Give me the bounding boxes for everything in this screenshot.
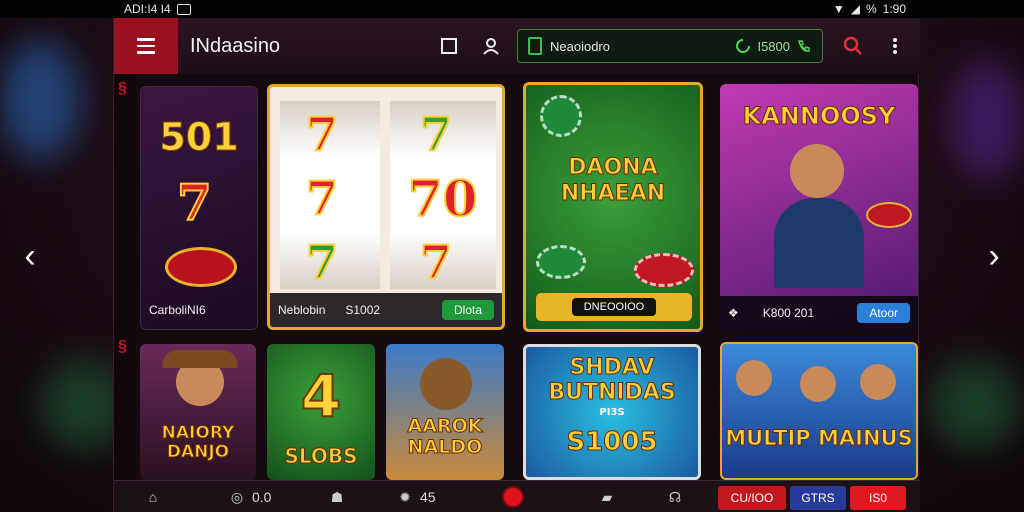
card-badge: 4 <box>300 361 342 431</box>
signal-icon: ◢ <box>850 2 860 16</box>
card-bar: ❖ K800 201 Atoor <box>720 296 918 330</box>
wifi-icon: ▼ <box>832 2 845 16</box>
battery-text: % <box>865 2 877 16</box>
action-button-red-2[interactable]: IS0 <box>850 486 906 510</box>
wallet-field[interactable]: Neaoiodro I5800 <box>517 29 823 63</box>
character-body <box>774 198 864 288</box>
status-bar: ADI:I4 I4 ▼ ◢ % 1:90 <box>0 0 1024 18</box>
action-button-blue[interactable]: GTRS <box>790 486 846 510</box>
play-button[interactable]: DNEOOIOO <box>571 298 657 316</box>
card-title: KANNOOSY <box>742 102 896 131</box>
refresh-icon <box>736 39 751 53</box>
app-window: INdaasino Neaoiodro I5800 § § 501 7 Carb… <box>113 18 920 512</box>
settings-value: 45 <box>420 489 436 505</box>
balance: I5800 <box>735 38 812 54</box>
amount-value: S1005 <box>566 427 658 458</box>
card-title: SLOBS <box>284 444 358 469</box>
game-card[interactable]: DAONA NHAEAN DNEOOIOO <box>523 82 703 332</box>
next-arrow-icon[interactable]: › <box>974 236 1014 276</box>
coins-button[interactable]: ◎ 0.0 <box>228 487 272 507</box>
play-button[interactable]: Atoor <box>857 303 910 323</box>
user-icon <box>483 38 499 55</box>
bottom-bar: ⌂ ◎ 0.0 ☗ ✹ 45 ▰ ☊ CU/IOO GTRS IS0 <box>114 480 920 512</box>
reel-value: 70 <box>407 168 479 229</box>
reel-left: 7 7 7 <box>280 101 380 290</box>
game-card[interactable]: SHDAV BUTNIDAS PI3S S1005 <box>523 344 701 480</box>
character-face <box>790 144 844 198</box>
seven-symbol: 7 <box>176 172 213 233</box>
notification-icon <box>176 3 191 15</box>
card-title: DAONA NHAEAN <box>560 155 666 207</box>
rail-icon: § <box>118 338 127 355</box>
app-title: INdaasino <box>190 34 281 57</box>
card-bar: Neblobin S1002 Dlota <box>270 293 502 327</box>
chip-icon <box>866 202 912 228</box>
menu-icon-line <box>137 38 155 41</box>
gift-icon: ❖ <box>728 306 739 320</box>
window-button[interactable] <box>432 29 466 63</box>
slot-reels-card[interactable]: 7 7 7 7 70 7 Neblobin S1002 Dlota <box>267 84 505 330</box>
headset-icon: ☊ <box>668 488 682 505</box>
status-left-text: ADI:I4 I4 <box>124 2 171 16</box>
more-vert-icon <box>893 38 897 54</box>
search-icon <box>843 36 862 55</box>
card-label: Neblobin <box>278 303 326 317</box>
game-card[interactable]: NAIORY DANJO <box>140 344 256 480</box>
menu-icon-line <box>137 51 155 54</box>
hat <box>162 350 238 368</box>
bg-light-right <box>950 60 1024 180</box>
users-icon: ☗ <box>330 488 344 505</box>
rail-icon: § <box>118 80 127 97</box>
chip-icon <box>165 247 237 287</box>
home-icon: ⌂ <box>148 489 158 505</box>
card-title: AAROK NALDO <box>407 415 483 458</box>
record-button[interactable] <box>502 486 524 508</box>
balance-value: I5800 <box>757 38 790 54</box>
coin-icon: ◎ <box>230 488 244 505</box>
amount-value: S1002 <box>345 303 381 317</box>
profile-button[interactable] <box>474 29 508 63</box>
action-button-red[interactable]: CU/IOO <box>718 486 786 510</box>
game-card[interactable]: 4 SLOBS <box>267 344 375 480</box>
square-icon <box>441 38 457 54</box>
support-button[interactable]: ☊ <box>666 487 684 507</box>
search-button[interactable] <box>836 29 870 63</box>
bg-table-right <box>930 360 1020 450</box>
card-label: CarboliNI6 <box>149 303 206 317</box>
home-button[interactable]: ⌂ <box>144 487 162 507</box>
menu-icon-line <box>137 44 155 48</box>
time: 1:90 <box>882 2 906 16</box>
record-icon <box>502 486 524 508</box>
gear-icon: ✹ <box>399 488 411 505</box>
screen: ADI:I4 I4 ▼ ◢ % 1:90 ‹ › INdaasino Neaoi… <box>0 0 1024 512</box>
coins-value: 0.0 <box>252 489 272 505</box>
side-rail: § § <box>114 74 136 480</box>
game-card[interactable]: KANNOOSY ❖ K800 201 Atoor <box>720 84 918 330</box>
reel-right: 7 70 7 <box>390 101 496 290</box>
chat-button[interactable]: ▰ <box>598 487 616 507</box>
users-button[interactable]: ☗ <box>328 487 346 507</box>
amount-value: K800 201 <box>762 306 815 320</box>
card-title: MULTIP MAINUS <box>725 426 913 451</box>
card-title: 501 <box>159 115 239 160</box>
phone-icon <box>798 40 810 52</box>
game-card[interactable]: 501 7 CarboliNI6 <box>140 86 258 330</box>
more-button[interactable] <box>878 29 912 63</box>
card-sub: PI3S <box>599 407 625 418</box>
menu-button[interactable] <box>114 18 178 74</box>
wallet-label: Neaoiodro <box>550 38 610 54</box>
game-card[interactable]: AAROK NALDO <box>386 344 504 480</box>
play-button[interactable]: Dlota <box>441 300 494 320</box>
card-title: SHDAV BUTNIDAS <box>548 355 676 406</box>
character-face <box>420 358 472 410</box>
top-bar: INdaasino Neaoiodro I5800 <box>114 18 920 74</box>
chat-icon: ▰ <box>601 488 613 505</box>
wallet-icon <box>528 37 542 55</box>
settings-button[interactable]: ✹ 45 <box>396 487 436 507</box>
prev-arrow-icon[interactable]: ‹ <box>10 236 50 276</box>
card-title: NAIORY DANJO <box>161 423 235 462</box>
game-card[interactable]: MULTIP MAINUS <box>720 342 918 480</box>
bg-light-left <box>0 40 80 160</box>
